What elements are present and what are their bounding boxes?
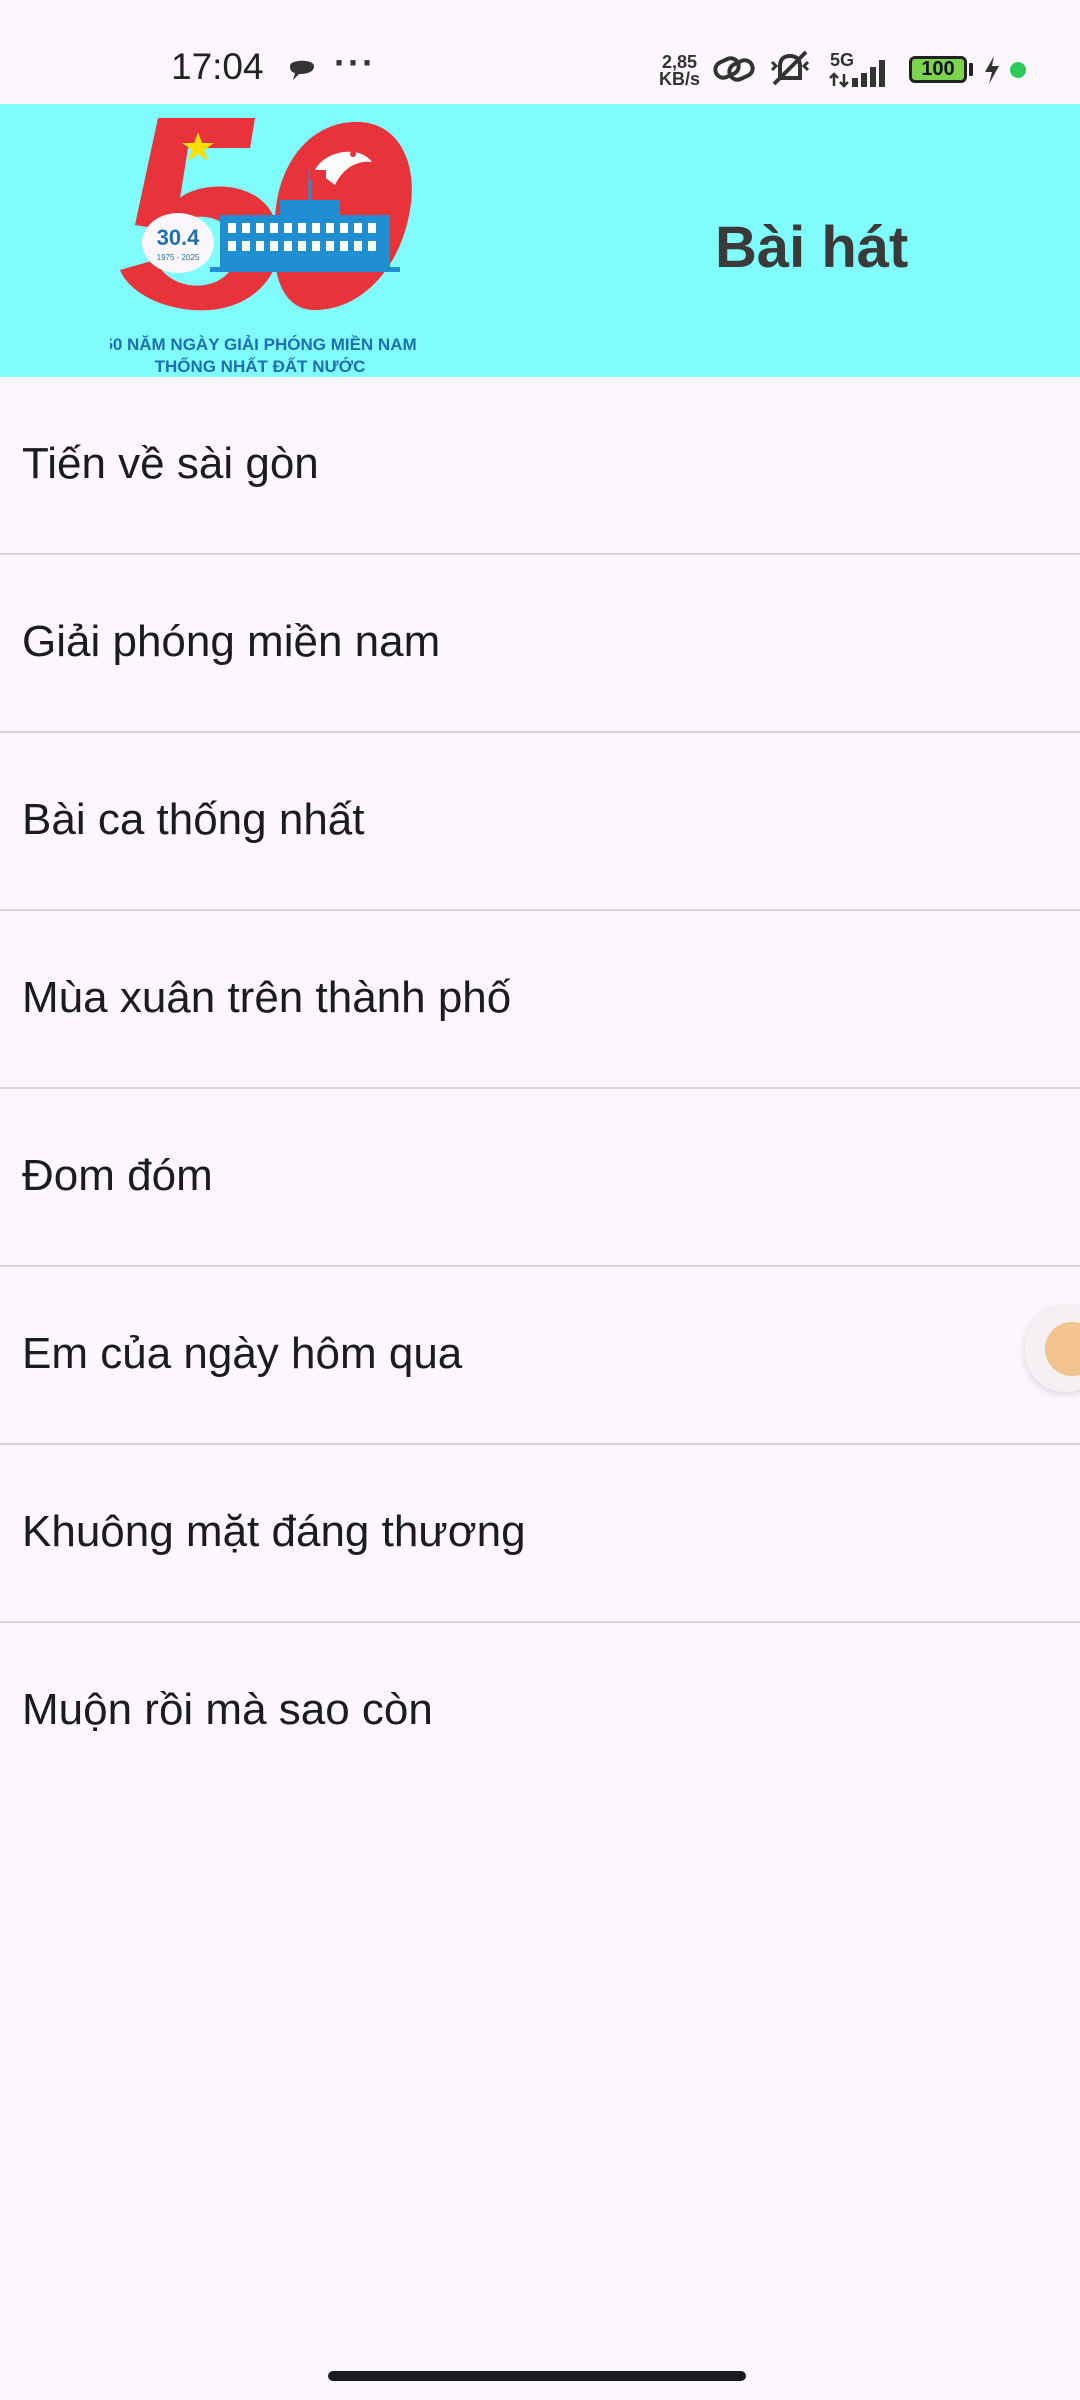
battery-tip <box>969 63 973 76</box>
song-item[interactable]: Muộn rồi mà sao còn <box>0 1623 1080 1801</box>
network-speed: 2,85 KB/s <box>659 52 701 89</box>
status-bar: 17:04 ··· 2,85 KB/s 5G 100 <box>0 0 1080 104</box>
song-title: Muộn rồi mà sao còn <box>22 1685 433 1734</box>
signal-icon <box>829 60 885 88</box>
vibrate-mute-icon <box>770 50 810 86</box>
song-item[interactable]: Đom đóm <box>0 1089 1080 1267</box>
song-title: Tiến về sài gòn <box>22 439 319 488</box>
status-time: 17:04 <box>171 46 264 87</box>
privacy-indicator-dot <box>1010 62 1026 78</box>
song-item[interactable]: Tiến về sài gòn <box>0 377 1080 555</box>
svg-text:50 NĂM NGÀY GIẢI PHÓNG MIỀN NA: 50 NĂM NGÀY GIẢI PHÓNG MIỀN NAM <box>110 335 417 354</box>
chat-bubble-icon <box>290 60 314 80</box>
more-notifications-icon: ··· <box>334 42 376 83</box>
battery-indicator: 100 <box>909 56 967 83</box>
song-item[interactable]: Bài ca thống nhất <box>0 733 1080 911</box>
song-title: Em của ngày hôm qua <box>22 1329 463 1378</box>
song-title: Giải phóng miền nam <box>22 617 441 666</box>
home-indicator[interactable] <box>328 2371 746 2381</box>
page-title: Bài hát <box>715 215 909 280</box>
song-item[interactable]: Giải phóng miền nam <box>0 555 1080 733</box>
song-title: Khuông mặt đáng thương <box>22 1507 526 1556</box>
song-item[interactable]: Em của ngày hôm qua <box>0 1267 1080 1445</box>
svg-text:30.4: 30.4 <box>157 225 201 250</box>
song-title: Mùa xuân trên thành phố <box>22 973 512 1022</box>
song-list: Tiến về sài gòn Giải phóng miền nam Bài … <box>0 377 1080 1801</box>
app-header: 30.4 1975 - 2025 50 NĂM NGÀY GIẢI PHÓNG … <box>0 104 1080 377</box>
assistant-icon <box>1045 1322 1080 1376</box>
charging-icon <box>985 56 999 84</box>
song-item[interactable]: Khuông mặt đáng thương <box>0 1445 1080 1623</box>
svg-text:THỐNG NHẤT ĐẤT NƯỚC: THỐNG NHẤT ĐẤT NƯỚC <box>155 356 366 376</box>
song-item[interactable]: Mùa xuân trên thành phố <box>0 911 1080 1089</box>
song-title: Đom đóm <box>22 1151 213 1200</box>
link-icon <box>713 56 755 82</box>
anniversary-logo: 30.4 1975 - 2025 50 NĂM NGÀY GIẢI PHÓNG … <box>110 118 417 376</box>
song-title: Bài ca thống nhất <box>22 795 365 844</box>
svg-text:1975 - 2025: 1975 - 2025 <box>157 253 200 262</box>
